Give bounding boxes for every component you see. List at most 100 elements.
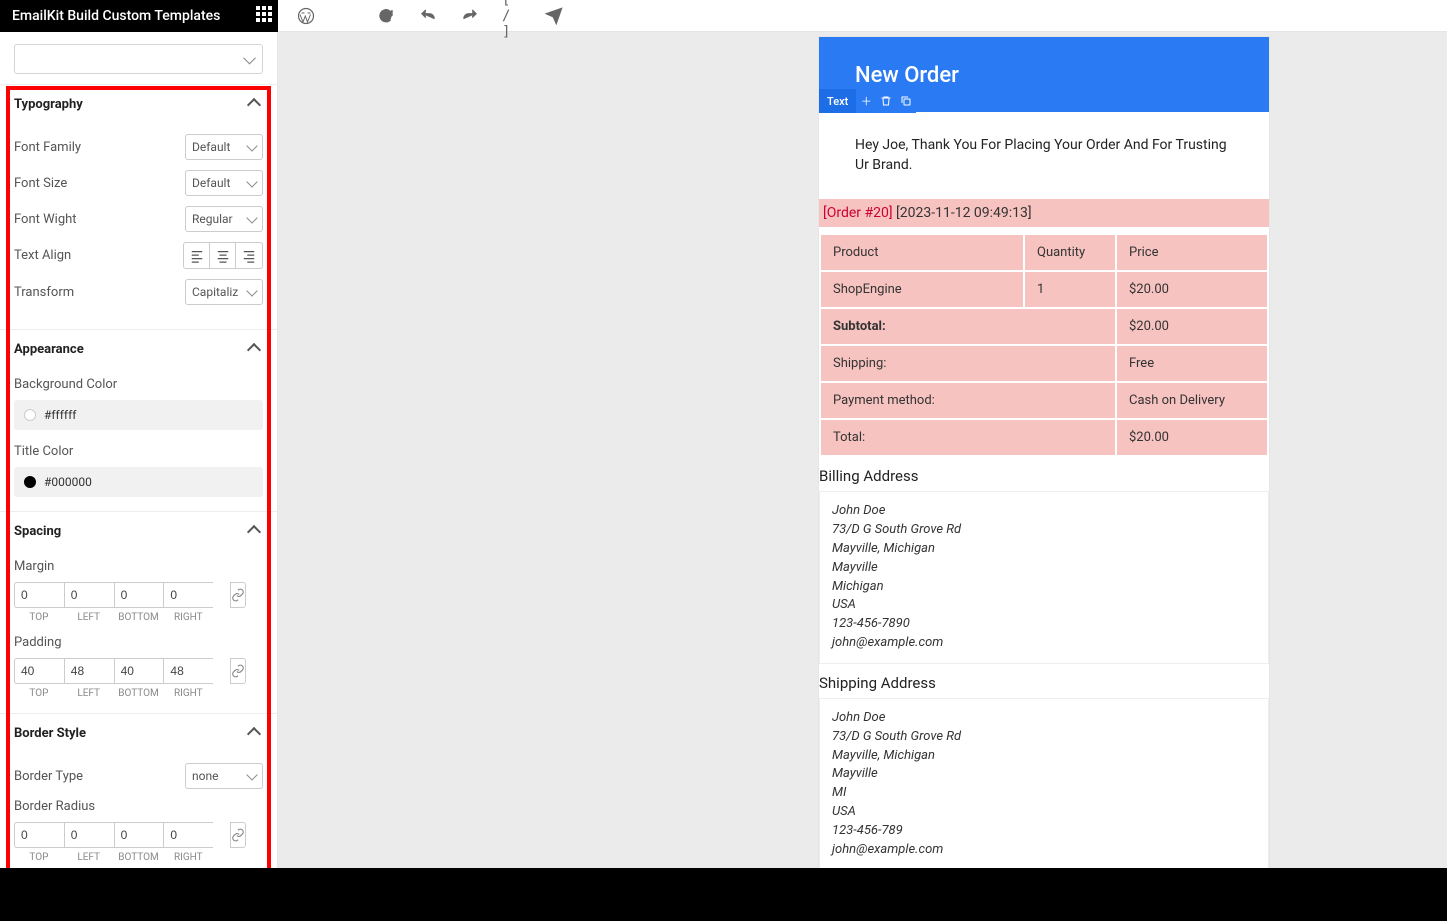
- order-meta: [Order #20] [2023-11-12 09:49:13]: [819, 199, 1269, 227]
- font-size-label: Font Size: [14, 176, 67, 191]
- bg-color-value: #ffffff: [44, 408, 76, 422]
- margin-left-input[interactable]: [64, 582, 114, 608]
- margin-top-input[interactable]: [14, 582, 64, 608]
- email-header-block[interactable]: New Order Text ＋: [819, 37, 1269, 112]
- app-header: EmailKit Build Custom Templates: [0, 0, 278, 32]
- billing-address: John Doe73/D G South Grove RdMayville, M…: [819, 491, 1269, 664]
- link-values-button[interactable]: [230, 582, 246, 608]
- order-table: Product Quantity Price ShopEngine 1 $20.…: [819, 233, 1269, 457]
- padding-left-input[interactable]: [64, 658, 114, 684]
- section-border-head[interactable]: Border Style: [0, 713, 277, 753]
- padding-top-input[interactable]: [14, 658, 64, 684]
- th-price: Price: [1117, 235, 1267, 270]
- font-family-label: Font Family: [14, 140, 81, 155]
- td-qty: 1: [1025, 272, 1115, 307]
- shortcode-icon[interactable]: [ / ]: [502, 6, 522, 26]
- billing-title: Billing Address: [819, 457, 1269, 491]
- title-color-value: #000000: [44, 475, 92, 489]
- link-values-button[interactable]: [230, 658, 246, 684]
- font-size-select[interactable]: Default: [185, 170, 263, 196]
- section-title: Typography: [14, 97, 83, 112]
- editor-toolbar: [ / ]: [278, 0, 1447, 32]
- email-preview: New Order Text ＋ Hey Joe, Thank You For …: [818, 36, 1270, 868]
- padding-inputs: TOP LEFT BOTTOM RIGHT: [14, 658, 263, 699]
- margin-right-input[interactable]: [163, 582, 213, 608]
- app-title: EmailKit Build Custom Templates: [12, 8, 220, 24]
- padding-right-input[interactable]: [163, 658, 213, 684]
- radius-bottom-input[interactable]: [114, 822, 164, 848]
- copy-icon[interactable]: [896, 89, 916, 113]
- section-title: Border Style: [14, 726, 86, 741]
- element-type-label[interactable]: Text: [819, 89, 856, 113]
- table-row: ShopEngine 1 $20.00: [821, 272, 1267, 307]
- section-border-body: Border Type none Border Radius TOP LEFT …: [0, 763, 277, 877]
- link-values-button[interactable]: [230, 822, 246, 848]
- border-type-label: Border Type: [14, 769, 83, 784]
- email-title: New Order: [855, 63, 959, 88]
- undo-icon[interactable]: [418, 6, 438, 26]
- margin-label: Margin: [14, 559, 263, 574]
- th-qty: Quantity: [1025, 235, 1115, 270]
- section-title: Spacing: [14, 524, 61, 539]
- chevron-up-icon: [247, 726, 261, 740]
- title-color-label: Title Color: [14, 444, 263, 459]
- font-family-select[interactable]: Default: [185, 134, 263, 160]
- chevron-up-icon: [247, 342, 261, 356]
- align-right-button[interactable]: [236, 243, 262, 268]
- swatch-icon: [24, 409, 36, 421]
- title-color-field[interactable]: #000000: [14, 467, 263, 497]
- shipping-title: Shipping Address: [819, 664, 1269, 698]
- wordpress-icon[interactable]: [296, 6, 316, 26]
- border-radius-label: Border Radius: [14, 799, 263, 814]
- table-header-row: Product Quantity Price: [821, 235, 1267, 270]
- section-spacing-body: Margin TOP LEFT BOTTOM RIGHT Padding TOP…: [0, 559, 277, 713]
- border-type-select[interactable]: none: [185, 763, 263, 789]
- section-typography-head[interactable]: Typography: [0, 84, 277, 124]
- chevron-up-icon: [247, 524, 261, 538]
- radius-right-input[interactable]: [163, 822, 213, 848]
- thankyou-text[interactable]: Hey Joe, Thank You For Placing Your Orde…: [819, 112, 1269, 199]
- delete-icon[interactable]: [876, 89, 896, 113]
- th-product: Product: [821, 235, 1023, 270]
- padding-label: Padding: [14, 635, 263, 650]
- apps-grid-icon[interactable]: [256, 6, 272, 22]
- td-product: ShopEngine: [821, 272, 1023, 307]
- margin-bottom-input[interactable]: [114, 582, 164, 608]
- radius-left-input[interactable]: [64, 822, 114, 848]
- element-toolbar: Text ＋: [819, 89, 916, 113]
- shipping-address: John Doe73/D G South Grove RdMayville, M…: [819, 698, 1269, 868]
- font-weight-label: Font Wight: [14, 212, 77, 227]
- align-left-button[interactable]: [184, 243, 210, 268]
- redo-icon[interactable]: [460, 6, 480, 26]
- section-typography-body: Font Family Default Font Size Default Fo…: [0, 134, 277, 329]
- refresh-icon[interactable]: [376, 6, 396, 26]
- text-align-label: Text Align: [14, 248, 71, 263]
- table-row: Payment method:Cash on Delivery: [821, 383, 1267, 418]
- order-date: [2023-11-12 09:49:13]: [896, 205, 1032, 221]
- section-title: Appearance: [14, 342, 84, 357]
- section-appearance-body: Background Color #ffffff Title Color #00…: [0, 377, 277, 511]
- radius-top-input[interactable]: [14, 822, 64, 848]
- bg-color-field[interactable]: #ffffff: [14, 400, 263, 430]
- margin-inputs: TOP LEFT BOTTOM RIGHT: [14, 582, 263, 623]
- section-spacing-head[interactable]: Spacing: [0, 511, 277, 551]
- preview-canvas[interactable]: New Order Text ＋ Hey Joe, Thank You For …: [278, 32, 1447, 868]
- settings-sidebar: Typography Font Family Default Font Size…: [0, 32, 278, 921]
- add-icon[interactable]: ＋: [856, 89, 876, 113]
- table-row: Total:$20.00: [821, 420, 1267, 455]
- section-appearance-head[interactable]: Appearance: [0, 329, 277, 369]
- transform-select[interactable]: Capitaliz: [185, 279, 263, 305]
- bottom-bar: [0, 868, 1447, 921]
- send-icon[interactable]: [544, 6, 564, 26]
- chevron-up-icon: [247, 97, 261, 111]
- font-weight-select[interactable]: Regular: [185, 206, 263, 232]
- table-row: Shipping:Free: [821, 346, 1267, 381]
- padding-bottom-input[interactable]: [114, 658, 164, 684]
- table-row: Subtotal:$20.00: [821, 309, 1267, 344]
- td-price: $20.00: [1117, 272, 1267, 307]
- radius-inputs: TOP LEFT BOTTOM RIGHT: [14, 822, 263, 863]
- top-placeholder-select[interactable]: [14, 44, 263, 74]
- bg-color-label: Background Color: [14, 377, 263, 392]
- align-center-button[interactable]: [210, 243, 236, 268]
- text-align-group: [183, 242, 263, 269]
